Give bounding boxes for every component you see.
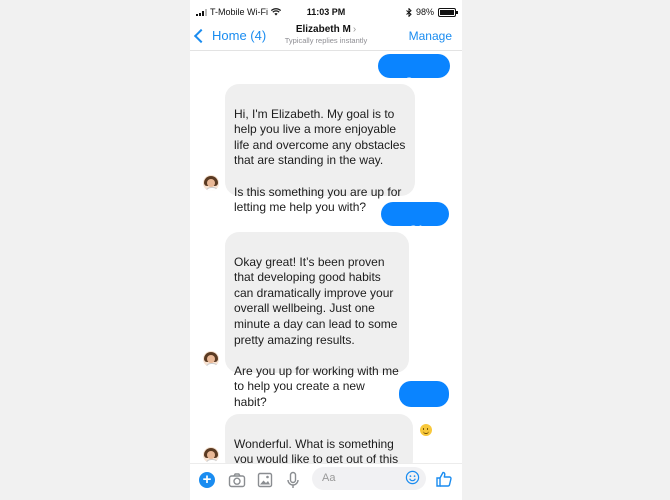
message-text: Hi, I'm Elizabeth. My goal is to help yo… bbox=[234, 106, 406, 215]
status-bar: T-Mobile Wi-Fi 11:03 PM 98% bbox=[190, 0, 462, 22]
message-text: Okay great! It’s been proven that develo… bbox=[234, 254, 399, 409]
outgoing-message[interactable]: Of course! bbox=[381, 202, 449, 253]
message-input[interactable]: Aa bbox=[312, 467, 426, 490]
outgoing-message[interactable]: Yes bbox=[399, 381, 449, 436]
messenger-screen: T-Mobile Wi-Fi 11:03 PM 98% Home (4) Eli… bbox=[190, 0, 462, 500]
avatar[interactable] bbox=[203, 175, 219, 191]
thumbs-up-icon[interactable] bbox=[434, 469, 454, 489]
outgoing-message[interactable]: Get started bbox=[378, 54, 450, 105]
avatar[interactable] bbox=[203, 447, 219, 463]
incoming-message[interactable]: Hi, I'm Elizabeth. My goal is to help yo… bbox=[225, 84, 415, 214]
battery-label: 98% bbox=[415, 7, 434, 17]
incoming-message[interactable]: Okay great! It’s been proven that develo… bbox=[225, 232, 409, 409]
contact-status: Typically replies instantly bbox=[284, 36, 368, 45]
slightly-smiling-face-emoji-icon bbox=[419, 424, 432, 436]
contact-name: Elizabeth M bbox=[295, 24, 351, 35]
message-composer: + Aa bbox=[190, 463, 462, 500]
chevron-right-icon: › bbox=[352, 24, 357, 35]
conversation-header: Home (4) Elizabeth M › Typically replies … bbox=[190, 22, 462, 51]
camera-icon[interactable] bbox=[227, 470, 247, 490]
battery-icon bbox=[438, 7, 458, 17]
manage-button[interactable]: Manage bbox=[409, 29, 452, 43]
avatar[interactable] bbox=[203, 351, 219, 367]
contact-title[interactable]: Elizabeth M › Typically replies instantly bbox=[250, 24, 402, 45]
status-right: 98% bbox=[406, 7, 458, 17]
chevron-left-icon bbox=[193, 28, 209, 43]
message-list[interactable]: Get started Hi, I'm Elizabeth. My goal i… bbox=[190, 51, 462, 482]
microphone-icon[interactable] bbox=[283, 470, 303, 490]
message-input-placeholder: Aa bbox=[322, 472, 336, 484]
plus-icon[interactable]: + bbox=[199, 472, 215, 488]
message-text: Yes bbox=[414, 405, 434, 419]
emoji-icon[interactable] bbox=[405, 470, 420, 485]
bluetooth-icon bbox=[406, 7, 412, 17]
gallery-icon[interactable] bbox=[255, 470, 275, 490]
